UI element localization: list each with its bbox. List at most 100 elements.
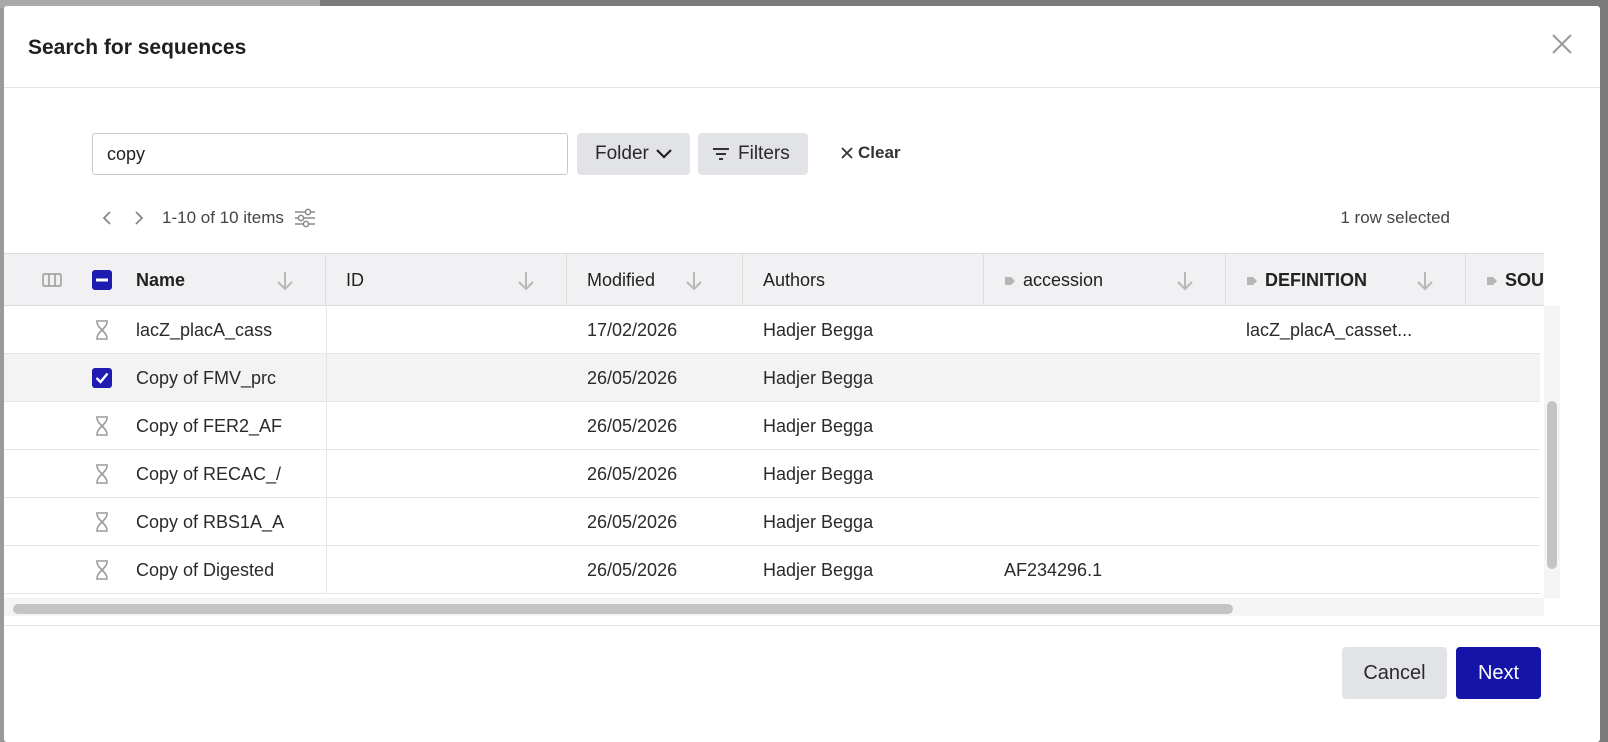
cell-authors: Hadjer Begga [763,511,874,532]
sequence-row-icon[interactable] [92,512,112,532]
dna-icon [96,464,108,484]
column-divider [326,306,327,354]
table-row[interactable]: Copy of Digested 26/05/2026 Hadjer Begga… [4,546,1540,594]
table-row-selected[interactable]: Copy of FMV_prc 26/05/2026 Hadjer Begga [4,354,1540,402]
table-row[interactable]: Copy of RECAC_/ 26/05/2026 Hadjer Begga [4,450,1540,498]
table-header: Name ID Modified Authors accession DEFIN… [4,253,1544,306]
select-all-checkbox[interactable] [92,270,112,290]
column-label-definition: DEFINITION [1226,270,1367,291]
chevron-down-icon [656,149,672,159]
column-label-id: ID [346,269,364,290]
column-header-id[interactable]: ID [326,254,567,306]
column-label-accession: accession [984,270,1103,291]
sequence-row-icon[interactable] [92,416,112,436]
column-header-modified[interactable]: Modified [567,254,743,306]
cell-authors: Hadjer Begga [763,415,874,436]
search-input[interactable] [92,133,568,175]
column-label-name: Name [136,269,186,290]
column-divider [326,450,327,498]
cell-authors: Hadjer Begga [763,559,874,580]
accession-label-text: accession [1023,269,1104,290]
sequences-table: Name ID Modified Authors accession DEFIN… [4,253,1544,598]
column-toggle-header [4,254,132,306]
sort-arrow-icon[interactable] [516,270,536,292]
row-checkbox[interactable] [92,368,112,388]
sequence-row-icon[interactable] [92,560,112,580]
tag-icon [1247,276,1257,285]
column-divider [326,546,327,594]
cell-modified: 26/05/2026 [587,415,678,436]
source-label-text: SOU [1505,269,1544,290]
cancel-button[interactable]: Cancel [1342,647,1447,699]
cell-definition: lacZ_placA_casset... [1246,319,1413,340]
close-icon [841,147,853,159]
vertical-scroll-thumb[interactable] [1547,401,1557,569]
cell-definition [1246,546,1446,594]
column-divider [326,354,327,402]
column-header-authors[interactable]: Authors [743,254,984,306]
definition-label-text: DEFINITION [1265,269,1367,290]
pagination: 1-10 of 10 items [94,206,316,230]
previous-page-button[interactable] [94,206,120,230]
folder-dropdown-button[interactable]: Folder [577,133,690,175]
cell-name: Copy of RECAC_/ [136,463,282,484]
table-row[interactable]: lacZ_placA_cass 17/02/2026 Hadjer Begga … [4,306,1540,354]
selection-status: 1 row selected [1340,208,1450,227]
cell-accession [1004,498,1214,546]
dialog-header: Search for sequences [4,6,1600,88]
column-settings-button[interactable] [294,208,316,228]
cell-modified: 26/05/2026 [587,559,678,580]
column-divider [326,402,327,450]
sort-arrow-icon[interactable] [1175,270,1195,292]
clear-button-label: Clear [858,143,901,162]
filters-button-label: Filters [738,143,790,164]
tag-icon [1487,276,1497,285]
cell-name: Copy of Digested [136,559,275,580]
sort-arrow-icon[interactable] [1415,270,1435,292]
cell-definition [1246,450,1446,498]
cell-accession [1004,354,1214,402]
checkmark-icon [95,372,109,384]
filters-button[interactable]: Filters [698,133,808,175]
clear-button[interactable]: Clear [840,143,901,163]
next-button[interactable]: Next [1456,647,1541,699]
sliders-icon [294,208,315,228]
cell-definition [1246,354,1446,402]
cell-modified: 17/02/2026 [587,319,678,340]
cell-modified: 26/05/2026 [587,463,678,484]
search-sequences-dialog: Search for sequences Folder Filters Clea… [4,6,1600,742]
sort-arrow-icon[interactable] [684,270,704,292]
cell-name: Copy of RBS1A_A [136,511,285,532]
sort-arrow-icon[interactable] [275,270,295,292]
folder-button-label: Folder [595,143,649,164]
cell-authors: Hadjer Begga [763,463,874,484]
chevron-left-icon [102,211,111,225]
cell-modified: 26/05/2026 [587,367,678,388]
footer-divider [4,625,1600,626]
cell-accession: AF234296.1 [1004,559,1103,580]
columns-icon[interactable] [42,272,62,288]
sequence-row-icon[interactable] [92,464,112,484]
cell-name: lacZ_placA_cass [136,319,273,340]
checked-checkbox[interactable] [92,368,112,388]
column-label-source: SOU [1466,270,1544,291]
dna-icon [96,560,108,580]
table-row[interactable]: Copy of FER2_AF 26/05/2026 Hadjer Begga [4,402,1540,450]
cell-accession [1004,306,1214,354]
next-page-button[interactable] [126,206,152,230]
cell-accession [1004,402,1214,450]
close-button[interactable] [1550,32,1574,56]
column-header-accession[interactable]: accession [984,254,1226,306]
sequence-row-icon[interactable] [92,320,112,340]
column-label-modified: Modified [587,269,656,290]
column-header-definition[interactable]: DEFINITION [1226,254,1466,306]
column-header-source[interactable]: SOU [1466,254,1544,306]
cell-authors: Hadjer Begga [763,319,874,340]
horizontal-scroll-thumb[interactable] [13,604,1233,614]
column-divider [326,498,327,546]
filter-icon [713,148,729,160]
dna-icon [96,512,108,532]
cell-accession [1004,450,1214,498]
table-row[interactable]: Copy of RBS1A_A 26/05/2026 Hadjer Begga [4,498,1540,546]
column-header-name[interactable]: Name [116,254,326,306]
